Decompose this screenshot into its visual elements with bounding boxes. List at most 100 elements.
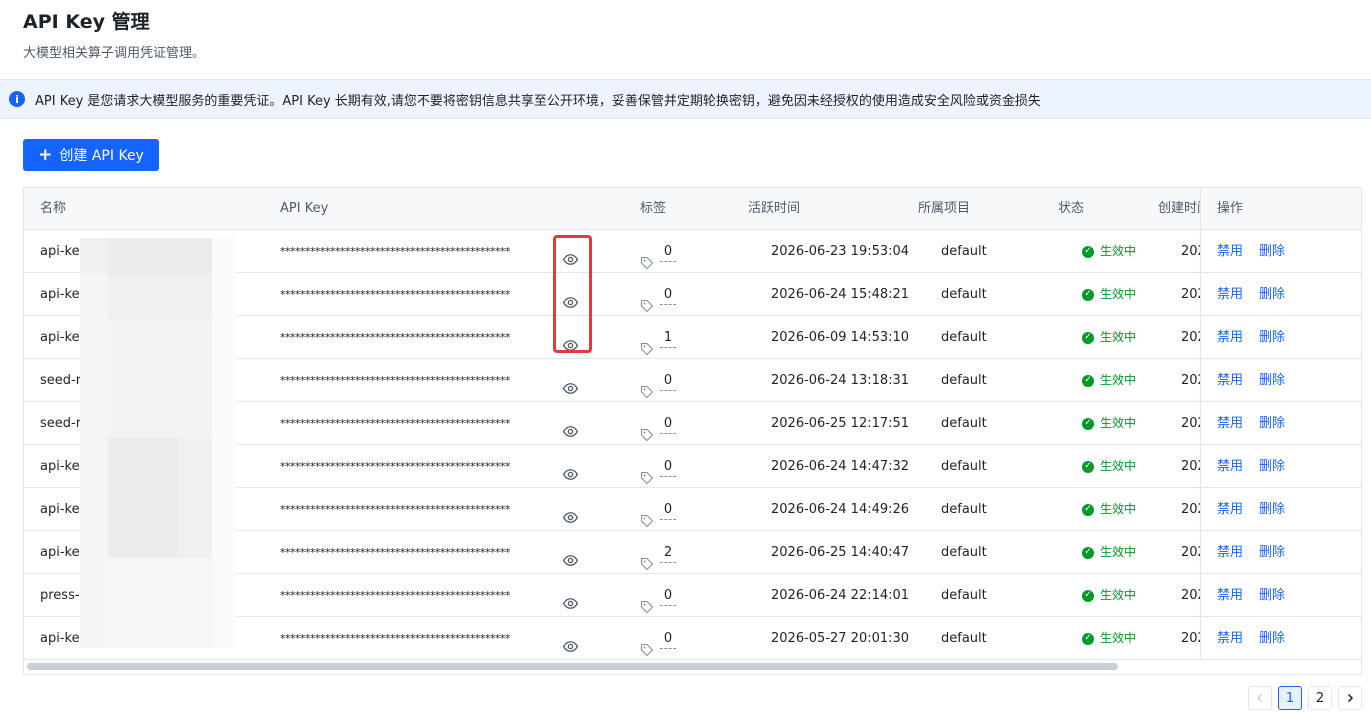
tag-count[interactable]: 1 xyxy=(660,328,676,348)
disable-button[interactable]: 禁用 xyxy=(1217,402,1243,445)
column-header-created-time: 创建时间 xyxy=(1158,201,1200,216)
eye-icon[interactable] xyxy=(562,372,579,394)
eye-icon[interactable] xyxy=(562,544,579,566)
active-time: 2026-06-09 14:53:10 xyxy=(771,330,910,345)
sticky-column-divider xyxy=(1200,188,1201,658)
delete-button[interactable]: 删除 xyxy=(1259,230,1285,273)
check-circle-icon: ✓ xyxy=(1082,589,1094,602)
created-time: 202 xyxy=(1181,545,1201,560)
project-name: default xyxy=(941,588,987,603)
eye-icon[interactable] xyxy=(562,587,579,609)
check-circle-icon: ✓ xyxy=(1082,460,1094,473)
tag-icon xyxy=(640,503,654,528)
key-name: api-ke xyxy=(40,287,80,302)
active-time: 2026-06-24 13:18:31 xyxy=(771,373,910,388)
status-text: 生效中 xyxy=(1100,373,1137,387)
disable-button[interactable]: 禁用 xyxy=(1217,316,1243,359)
disable-button[interactable]: 禁用 xyxy=(1217,359,1243,402)
status-text: 生效中 xyxy=(1100,502,1137,516)
created-time: 202 xyxy=(1181,459,1201,474)
disable-button[interactable]: 禁用 xyxy=(1217,617,1243,660)
disable-button[interactable]: 禁用 xyxy=(1217,230,1243,273)
delete-button[interactable]: 删除 xyxy=(1259,445,1285,488)
scrollbar-thumb[interactable] xyxy=(27,663,1118,670)
disable-button[interactable]: 禁用 xyxy=(1217,273,1243,316)
delete-button[interactable]: 删除 xyxy=(1259,273,1285,316)
delete-button[interactable]: 删除 xyxy=(1259,617,1285,660)
disable-button[interactable]: 禁用 xyxy=(1217,488,1243,531)
status-text: 生效中 xyxy=(1100,416,1137,430)
status-badge: ✓ 生效中 xyxy=(1082,488,1136,531)
status-text: 生效中 xyxy=(1100,588,1137,602)
delete-button[interactable]: 删除 xyxy=(1259,574,1285,617)
eye-icon[interactable] xyxy=(562,458,579,480)
status-badge: ✓ 生效中 xyxy=(1082,273,1136,316)
delete-button[interactable]: 删除 xyxy=(1259,402,1285,445)
page-1-button[interactable]: 1 xyxy=(1278,686,1302,710)
project-name: default xyxy=(941,244,987,259)
status-badge: ✓ 生效中 xyxy=(1082,617,1136,660)
disable-button[interactable]: 禁用 xyxy=(1217,531,1243,574)
tag-count[interactable]: 0 xyxy=(660,457,676,477)
masked-api-key: ****************************************… xyxy=(280,503,511,516)
page-header: API Key 管理 大模型相关算子调用凭证管理。 xyxy=(23,8,205,61)
disable-button[interactable]: 禁用 xyxy=(1217,445,1243,488)
status-text: 生效中 xyxy=(1100,244,1137,258)
tag-icon xyxy=(640,417,654,442)
active-time: 2026-06-24 22:14:01 xyxy=(771,588,910,603)
column-header-status: 状态 xyxy=(1058,201,1085,216)
status-badge: ✓ 生效中 xyxy=(1082,230,1136,273)
project-name: default xyxy=(941,545,987,560)
delete-button[interactable]: 删除 xyxy=(1259,316,1285,359)
active-time: 2026-06-24 15:48:21 xyxy=(771,287,910,302)
column-header-name: 名称 xyxy=(40,201,67,216)
horizontal-scrollbar[interactable] xyxy=(24,660,1361,670)
column-header-active-time: 活跃时间 xyxy=(748,201,801,216)
create-api-key-label: 创建 API Key xyxy=(59,148,144,164)
created-time: 202 xyxy=(1181,373,1201,388)
project-name: default xyxy=(941,502,987,517)
masked-api-key: ****************************************… xyxy=(280,374,511,387)
tag-count[interactable]: 0 xyxy=(660,414,676,434)
key-name: seed-r xyxy=(40,416,80,431)
tag-count[interactable]: 0 xyxy=(660,586,676,606)
created-time: 202 xyxy=(1181,244,1201,259)
column-header-tags: 标签 xyxy=(640,201,667,216)
masked-api-key: ****************************************… xyxy=(280,417,511,430)
eye-icon[interactable] xyxy=(562,501,579,523)
status-text: 生效中 xyxy=(1100,631,1137,645)
tag-icon xyxy=(640,288,654,313)
check-circle-icon: ✓ xyxy=(1082,417,1094,430)
next-page-button[interactable] xyxy=(1338,686,1362,710)
tag-count[interactable]: 0 xyxy=(660,371,676,391)
check-circle-icon: ✓ xyxy=(1082,632,1094,645)
delete-button[interactable]: 删除 xyxy=(1259,531,1285,574)
page-2-button[interactable]: 2 xyxy=(1308,686,1332,710)
check-circle-icon: ✓ xyxy=(1082,503,1094,516)
status-badge: ✓ 生效中 xyxy=(1082,574,1136,617)
delete-button[interactable]: 删除 xyxy=(1259,488,1285,531)
check-circle-icon: ✓ xyxy=(1082,546,1094,559)
tag-count[interactable]: 0 xyxy=(660,500,676,520)
tag-count[interactable]: 2 xyxy=(660,543,676,563)
status-text: 生效中 xyxy=(1100,459,1137,473)
tag-count[interactable]: 0 xyxy=(660,629,676,649)
status-badge: ✓ 生效中 xyxy=(1082,531,1136,574)
key-name: api-ke xyxy=(40,330,80,345)
active-time: 2026-06-24 14:47:32 xyxy=(771,459,910,474)
prev-page-button[interactable] xyxy=(1248,686,1272,710)
check-circle-icon: ✓ xyxy=(1082,331,1094,344)
check-circle-icon: ✓ xyxy=(1082,374,1094,387)
eye-icon[interactable] xyxy=(562,630,579,652)
masked-api-key: ****************************************… xyxy=(280,288,511,301)
create-api-key-button[interactable]: + 创建 API Key xyxy=(23,139,159,171)
tag-count[interactable]: 0 xyxy=(660,242,676,262)
tag-count[interactable]: 0 xyxy=(660,285,676,305)
eye-icon[interactable] xyxy=(562,415,579,437)
delete-button[interactable]: 删除 xyxy=(1259,359,1285,402)
active-time: 2026-06-23 19:53:04 xyxy=(771,244,910,259)
disable-button[interactable]: 禁用 xyxy=(1217,574,1243,617)
masked-api-key: ****************************************… xyxy=(280,460,511,473)
page-title: API Key 管理 xyxy=(23,11,150,33)
column-header-actions: 操作 xyxy=(1217,201,1244,216)
